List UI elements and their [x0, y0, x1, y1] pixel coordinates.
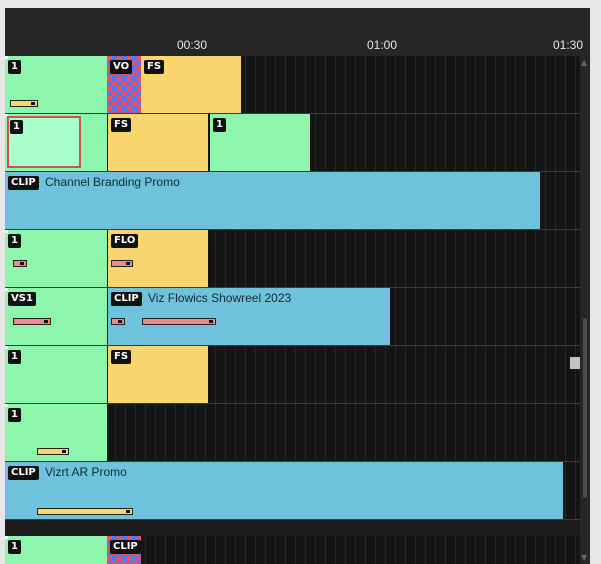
timeline-clip[interactable]: VS1: [5, 288, 107, 345]
clip-badge: 1: [8, 350, 21, 364]
clip-keyframe-bar[interactable]: [10, 100, 38, 107]
clip-badge: FLO: [111, 234, 139, 248]
clip-badge: 1: [8, 234, 21, 248]
clip-keyframe-bar[interactable]: [142, 318, 216, 325]
clip-keyframe-bar[interactable]: [37, 508, 133, 515]
timeline-clip[interactable]: VO: [107, 56, 141, 113]
clip-badge: FS: [144, 60, 165, 74]
timeline-clip[interactable]: FS: [108, 114, 208, 171]
vertical-scroll-thumb[interactable]: [583, 318, 587, 498]
video-clip[interactable]: CLIP Vizrt AR Promo: [5, 462, 563, 519]
timeline-clip[interactable]: 1: [5, 230, 107, 287]
clip-badge: CLIP: [8, 176, 39, 190]
track-row: 1 FLO: [5, 230, 580, 288]
clip-badge: VS1: [8, 292, 36, 306]
clip-title: Channel Branding Promo: [45, 175, 180, 189]
clip-title: Vizrt AR Promo: [45, 465, 127, 479]
timeline-clip[interactable]: 1: [5, 56, 107, 113]
timeline-clip[interactable]: FS: [108, 346, 208, 403]
time-ruler[interactable]: 00:30 01:00 01:30: [5, 8, 590, 56]
clip-badge: 1: [10, 120, 23, 134]
clip-badge: CLIP: [8, 466, 39, 480]
corner-marker: [5, 404, 8, 407]
clip-keyframe-bar[interactable]: [111, 260, 133, 267]
timeline-clip[interactable]: FS: [141, 56, 241, 113]
track-row: CLIP Channel Branding Promo: [5, 172, 580, 230]
clip-badge: 1: [213, 118, 226, 132]
timeline-clip[interactable]: CLIP: [107, 536, 141, 564]
clip-title: Viz Flowics Showreel 2023: [148, 291, 292, 305]
vertical-scrollbar[interactable]: ▲ ▼: [580, 56, 590, 564]
clip-keyframe-bar[interactable]: [37, 448, 69, 455]
clip-badge: CLIP: [110, 540, 141, 554]
clip-badge: 1: [8, 60, 21, 74]
corner-marker: [5, 230, 8, 233]
track-row: 1 CLIP: [5, 536, 580, 564]
ruler-tick: 01:00: [367, 38, 398, 52]
clip-badge: CLIP: [111, 292, 142, 306]
timeline-clip[interactable]: 1: [5, 404, 107, 461]
scroll-up-icon[interactable]: ▲: [581, 58, 587, 67]
clip-badge: FS: [111, 118, 132, 132]
video-clip[interactable]: CLIP Channel Branding Promo: [5, 172, 540, 229]
selected-clip[interactable]: 1: [7, 116, 81, 168]
timeline-clip[interactable]: 1: [210, 114, 310, 171]
timeline-clip[interactable]: 1: [5, 346, 107, 403]
clip-badge: 1: [8, 540, 21, 554]
clip-badge: 1: [8, 408, 21, 422]
track-row: 1 VO FS: [5, 56, 580, 114]
track-row: CLIP Vizrt AR Promo: [5, 462, 580, 520]
track-row: 1: [5, 404, 580, 462]
clip-keyframe-bar[interactable]: [13, 318, 51, 325]
corner-marker: [5, 346, 8, 349]
track-row: 1 FS 1: [5, 114, 580, 172]
clip-keyframe-bar[interactable]: [13, 260, 27, 267]
clip-keyframe-bar[interactable]: [111, 318, 125, 325]
video-clip[interactable]: CLIP Viz Flowics Showreel 2023: [108, 288, 390, 345]
track-area: 1 VO FS 1 FS 1 CLIP Channel Branding Pro…: [5, 56, 582, 564]
track-row: 1 FS: [5, 346, 580, 404]
timeline-clip[interactable]: 1: [5, 536, 107, 564]
corner-marker: [5, 288, 8, 291]
timeline-clip[interactable]: FLO: [108, 230, 208, 287]
corner-marker: [5, 56, 8, 59]
track-row: VS1 CLIP Viz Flowics Showreel 2023: [5, 288, 580, 346]
ruler-tick: 01:30: [553, 38, 584, 52]
ruler-tick: 00:30: [177, 38, 208, 52]
scroll-down-icon[interactable]: ▼: [581, 553, 587, 562]
clip-badge: FS: [111, 350, 132, 364]
corner-marker: [5, 536, 8, 539]
clip-badge: VO: [110, 60, 133, 74]
timeline-panel: 00:30 01:00 01:30 1 VO FS 1 FS 1 CLIP Ch…: [5, 8, 590, 564]
timeline-clip[interactable]: 1: [5, 114, 107, 171]
